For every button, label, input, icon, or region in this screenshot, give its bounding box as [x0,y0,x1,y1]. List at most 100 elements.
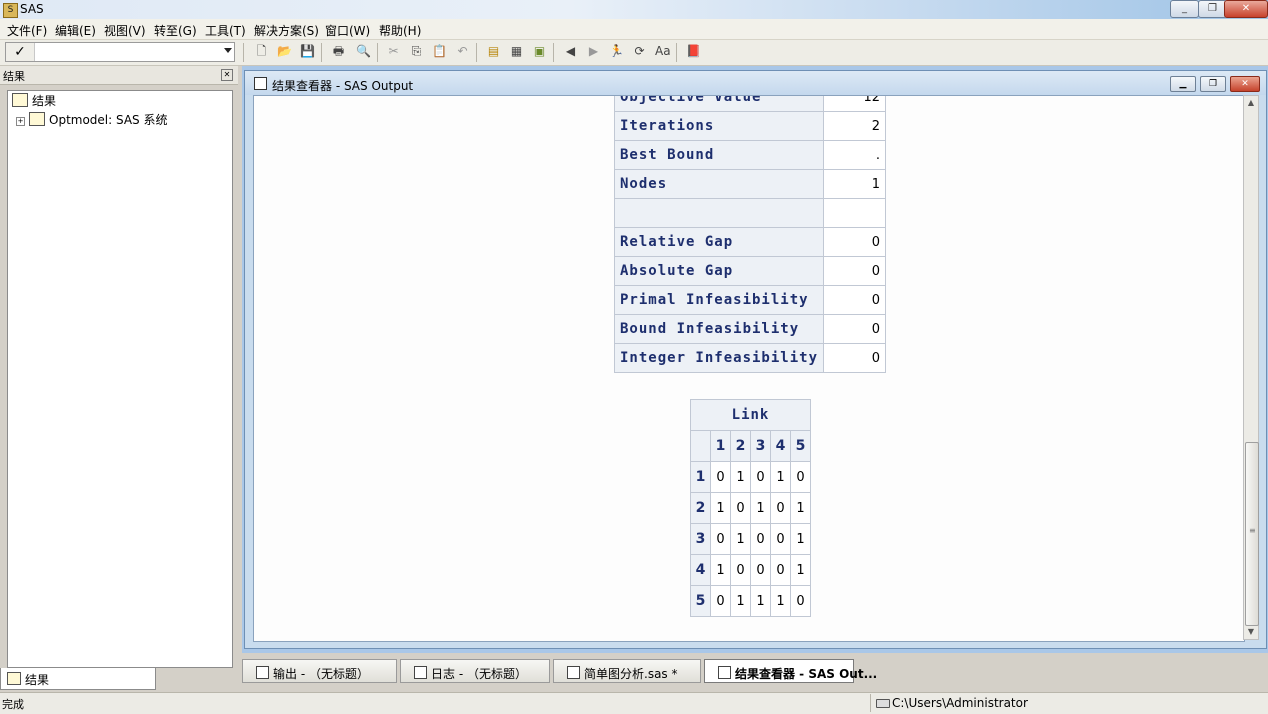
forward-arrow-icon[interactable]: ▶ [586,44,601,59]
results-folder-icon [12,93,28,107]
menu-edit[interactable]: 编辑(E) [55,22,96,39]
matrix-cell: 1 [730,585,751,617]
matrix-cell: 1 [730,523,751,555]
stat-value: 0 [823,343,887,373]
command-box[interactable]: ✓ [5,42,235,62]
clear-icon[interactable]: ⟳ [632,44,647,59]
stat-label: Best Bound [613,140,825,170]
matrix-cell: 0 [750,461,771,493]
row-header: 3 [690,523,711,555]
tab-results-viewer-label: 结果查看器 - SAS Out... [735,667,878,681]
stat-label: Nodes [613,169,825,199]
menu-goto[interactable]: 转至(G) [154,22,197,39]
table-row: Best Bound. [613,140,887,170]
stat-label: Iterations [613,111,825,141]
stat-value: 0 [823,256,887,286]
stat-value [823,198,887,228]
expand-icon[interactable]: + [16,117,25,126]
results-panel-title: 结果 [3,70,25,83]
font-icon[interactable]: Aa [655,44,671,59]
menu-view[interactable]: 视图(V) [104,22,146,39]
save-icon[interactable]: 💾 [300,44,315,59]
tree-root[interactable]: 结果 [12,93,56,109]
results-tab-icon [7,672,21,685]
toolbar-divider [377,43,378,62]
stat-label: Bound Infeasibility [613,314,825,344]
menu-window[interactable]: 窗口(W) [325,22,370,39]
back-arrow-icon[interactable]: ◀ [563,44,578,59]
tab-log-label: 日志 - （无标题） [431,667,527,681]
child-restore-button[interactable]: ❐ [1200,76,1226,92]
print-icon[interactable]: 🖶 [331,44,346,59]
restore-button[interactable]: ❐ [1198,0,1227,18]
menu-file[interactable]: 文件(F) [7,22,47,39]
stat-value: 2 [823,111,887,141]
paste-icon[interactable]: 📋 [432,44,447,59]
results-viewer-window: 结果查看器 - SAS Output ▁ ❐ ✕ Objective Value… [244,70,1267,649]
table-row: Primal Infeasibility 0 [613,285,887,315]
submit-check-icon[interactable]: ✓ [6,43,35,61]
current-directory[interactable]: C:\Users\Administrator [892,696,1028,710]
close-icon[interactable]: ✕ [221,69,233,81]
new-icon[interactable]: 🗋 [254,44,269,59]
toolbar-divider [676,43,677,62]
row-header: 1 [690,461,711,493]
tab-output-label: 输出 - （无标题） [273,667,369,681]
tree-item-optmodel[interactable]: + Optmodel: SAS 系统 [16,112,167,128]
matrix-cell: 1 [790,492,811,524]
open-icon[interactable]: 📂 [277,44,292,59]
link-table-caption: Link [690,399,811,431]
tab-editor[interactable]: 简单图分析.sas * [553,659,701,683]
menu-help[interactable]: 帮助(H) [379,22,421,39]
menu-solutions[interactable]: 解决方案(S) [254,22,319,39]
libraries-icon[interactable]: ▤ [486,44,501,59]
stat-label: Absolute Gap [613,256,825,286]
stat-label: Primal Infeasibility [613,285,825,315]
table-row: Bound Infeasibility 0 [613,314,887,344]
stat-value: 0 [823,285,887,315]
column-header: 5 [790,430,811,462]
minimize-button[interactable]: _ [1170,0,1199,18]
matrix-cell: 1 [750,585,771,617]
editor-icon [567,666,580,679]
matrix-cell: 1 [730,461,751,493]
toolbar-divider [553,43,554,62]
print-preview-icon[interactable]: 🔍 [356,44,371,59]
table-row: Iterations 2 [613,111,887,141]
matrix-cell: 0 [730,492,751,524]
cut-icon[interactable]: ✂ [386,44,401,59]
folder-icon [29,112,45,126]
app-titlebar: S SAS _ ❐ ✕ [0,0,1268,19]
child-close-button[interactable]: ✕ [1230,76,1260,92]
run-icon[interactable]: 🏃 [609,44,624,59]
table-caption-row: Link [690,399,811,431]
help-book-icon[interactable]: 📕 [686,44,701,59]
table-row [613,198,887,228]
menu-tools[interactable]: 工具(T) [205,22,246,39]
table-row: 210101 [690,492,811,524]
tab-results[interactable]: 结果 [0,668,156,690]
matrix-cell: 0 [750,523,771,555]
table-row: Absolute Gap 0 [613,256,887,286]
tab-results-label: 结果 [25,673,50,687]
scrollbar-thumb[interactable]: ≡ [1245,442,1259,626]
toolbar-divider [476,43,477,62]
child-minimize-button[interactable]: ▁ [1170,76,1196,92]
chevron-down-icon[interactable] [224,48,232,53]
tab-output[interactable]: 输出 - （无标题） [242,659,397,683]
output-viewer: Objective Value 12 Iterations 2 Best Bound. N… [253,95,1245,642]
tab-log[interactable]: 日志 - （无标题） [400,659,550,683]
matrix-cell: 0 [790,585,811,617]
copy-icon[interactable]: ⎘ [409,44,424,59]
explorer-icon[interactable]: ▦ [509,44,524,59]
results-icon[interactable]: ▣ [532,44,547,59]
tab-results-viewer[interactable]: 结果查看器 - SAS Out... [704,659,877,683]
scroll-up-icon[interactable]: ▲ [1244,96,1258,110]
table-row: Objective Value 12 [613,96,887,112]
undo-icon[interactable]: ↶ [455,44,470,59]
scroll-down-icon[interactable]: ▼ [1244,625,1258,639]
row-header: 4 [690,554,711,586]
close-button[interactable]: ✕ [1224,0,1268,18]
toolbar: ✓ 🗋 📂 💾 🖶 🔍 ✂ ⎘ 📋 ↶ ▤ ▦ ▣ ◀ ▶ 🏃 ⟳ Aa 📕 [0,40,1268,66]
vertical-scrollbar[interactable]: ▲ ≡ ▼ [1243,95,1259,640]
